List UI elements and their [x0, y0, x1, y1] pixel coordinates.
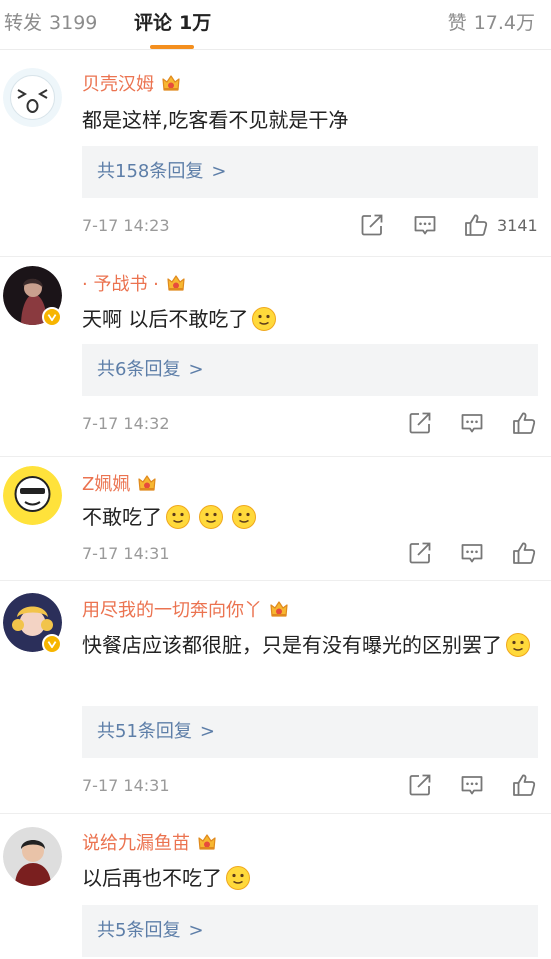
- like-count: 3141: [497, 216, 538, 235]
- share-icon: [407, 540, 433, 566]
- like-button[interactable]: [511, 772, 537, 798]
- replies-count: 共6条回复: [97, 359, 181, 380]
- crown-badge-icon: [268, 597, 290, 619]
- comment-text-content: 不敢吃了: [82, 505, 162, 529]
- replies-link[interactable]: 共6条回复 >: [82, 344, 538, 396]
- thinking-emoji-icon: [231, 504, 257, 530]
- verified-badge-icon: [42, 307, 62, 327]
- avatar[interactable]: [3, 68, 62, 127]
- reply-button[interactable]: [459, 410, 485, 436]
- replies-link[interactable]: 共158条回复 >: [82, 146, 538, 198]
- crown-badge-icon: [165, 271, 187, 293]
- username-text: · 予战书 ·: [82, 274, 159, 295]
- tab-comments-count: 1万: [179, 12, 212, 34]
- tab-comments-label: 评论: [134, 12, 173, 34]
- tab-likes-label: 赞: [447, 12, 467, 34]
- tab-repost-label: 转发: [4, 12, 43, 34]
- thinking-emoji-icon: [198, 504, 224, 530]
- crown-badge-icon: [160, 71, 182, 93]
- tab-repost-count: 3199: [49, 12, 98, 34]
- chevron-right-icon: >: [211, 161, 227, 182]
- share-icon: [407, 410, 433, 436]
- crown-badge-icon: [136, 471, 158, 493]
- share-icon: [359, 212, 385, 238]
- husky-emoji-icon: [505, 632, 531, 658]
- crying-emoji-icon: [251, 306, 277, 332]
- comment-time: 7-17 14:31: [82, 776, 170, 795]
- comment-text: 以后再也不吃了: [82, 860, 542, 896]
- like-button[interactable]: [511, 410, 537, 436]
- username-text: 贝壳汉姆: [82, 74, 154, 95]
- avatar[interactable]: [3, 827, 62, 886]
- comment-icon: [459, 772, 485, 798]
- replies-link[interactable]: 共5条回复 >: [82, 905, 538, 957]
- share-button[interactable]: [407, 540, 433, 566]
- active-tab-indicator: [150, 45, 194, 49]
- comment-item: 贝壳汉姆 都是这样,吃客看不见就是干净 共158条回复 > 7-17 14:23 …: [0, 51, 551, 257]
- comment-item: Z姵姵 不敢吃了 7-17 14:31: [0, 457, 551, 581]
- share-button[interactable]: [359, 212, 385, 238]
- comment-username[interactable]: 贝壳汉姆: [82, 70, 182, 96]
- crown-badge-icon: [196, 830, 218, 852]
- like-icon: [511, 410, 537, 436]
- comment-item: · 予战书 · 天啊 以后不敢吃了 共6条回复 > 7-17 14:32: [0, 257, 551, 457]
- pray-emoji-icon: [225, 865, 251, 891]
- comment-tabs-bar: 转发 3199 评论 1万 赞 17.4万: [0, 0, 551, 50]
- comment-time: 7-17 14:31: [82, 544, 170, 563]
- username-text: 用尽我的一切奔向你丫: [82, 600, 262, 621]
- replies-count: 共5条回复: [97, 920, 181, 941]
- comment-text: 天啊 以后不敢吃了: [82, 301, 542, 337]
- replies-count: 共158条回复: [97, 161, 204, 182]
- username-text: Z姵姵: [82, 474, 131, 495]
- share-icon: [407, 772, 433, 798]
- comment-text-content: 天啊 以后不敢吃了: [82, 307, 249, 331]
- comment-text: 快餐店应该都很脏，只是有没有曝光的区别罢了: [82, 627, 542, 663]
- comment-username[interactable]: 说给九漏鱼苗: [82, 829, 218, 855]
- chevron-right-icon: >: [199, 721, 215, 742]
- comment-username[interactable]: 用尽我的一切奔向你丫: [82, 596, 290, 622]
- avatar[interactable]: [3, 466, 62, 525]
- tab-comments[interactable]: 评论 1万: [134, 8, 211, 35]
- comment-icon: [412, 212, 438, 238]
- comment-icon: [459, 410, 485, 436]
- share-button[interactable]: [407, 410, 433, 436]
- share-button[interactable]: [407, 772, 433, 798]
- tab-likes[interactable]: 赞 17.4万: [448, 8, 535, 35]
- comment-text: 不敢吃了: [82, 499, 542, 535]
- thinking-emoji-icon: [165, 504, 191, 530]
- reply-button[interactable]: [459, 540, 485, 566]
- comment-text-content: 都是这样,吃客看不见就是干净: [82, 108, 349, 132]
- like-icon: [511, 772, 537, 798]
- chevron-right-icon: >: [188, 920, 204, 941]
- comment-icon: [459, 540, 485, 566]
- like-icon: [511, 540, 537, 566]
- comment-text: 都是这样,吃客看不见就是干净: [82, 102, 542, 138]
- comment-username[interactable]: · 予战书 ·: [82, 270, 187, 296]
- like-icon: [463, 212, 489, 238]
- comment-item: 说给九漏鱼苗 以后再也不吃了 共5条回复 >: [0, 814, 551, 959]
- reply-button[interactable]: [412, 212, 438, 238]
- like-button[interactable]: [463, 212, 489, 238]
- comment-item: 用尽我的一切奔向你丫 快餐店应该都很脏，只是有没有曝光的区别罢了 共51条回复 >…: [0, 581, 551, 814]
- comment-username[interactable]: Z姵姵: [82, 470, 158, 496]
- verified-badge-icon: [42, 634, 62, 654]
- replies-link[interactable]: 共51条回复 >: [82, 706, 538, 758]
- tab-likes-count: 17.4万: [473, 12, 535, 34]
- username-text: 说给九漏鱼苗: [82, 833, 190, 854]
- comment-time: 7-17 14:32: [82, 414, 170, 433]
- comment-text-content: 快餐店应该都很脏，只是有没有曝光的区别罢了: [82, 633, 502, 657]
- chevron-right-icon: >: [188, 359, 204, 380]
- comment-text-content: 以后再也不吃了: [82, 866, 222, 890]
- comment-time: 7-17 14:23: [82, 216, 170, 235]
- reply-button[interactable]: [459, 772, 485, 798]
- tab-repost[interactable]: 转发 3199: [4, 8, 97, 35]
- like-button[interactable]: [511, 540, 537, 566]
- replies-count: 共51条回复: [97, 721, 192, 742]
